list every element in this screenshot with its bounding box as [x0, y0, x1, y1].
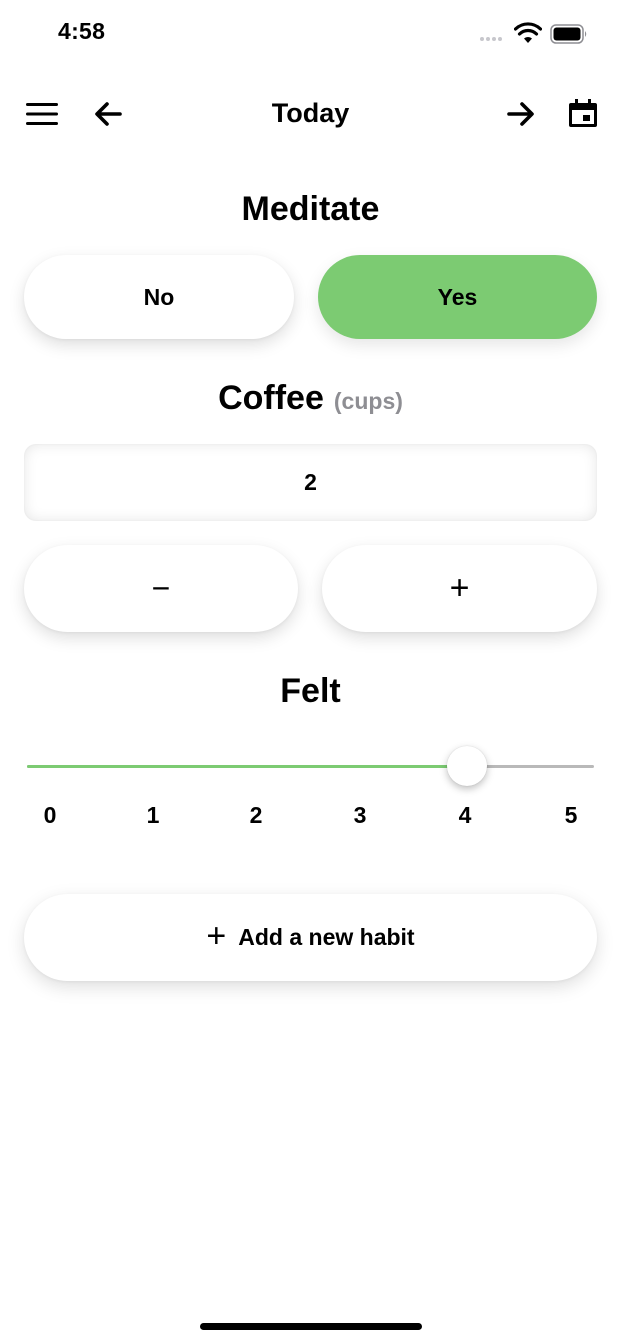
tick-label: 2 — [249, 802, 263, 828]
status-bar: 4:58 — [0, 0, 621, 70]
slider-thumb[interactable] — [446, 746, 487, 786]
tick-label: 4 — [458, 802, 472, 828]
habit-title-felt: Felt — [280, 672, 341, 710]
wifi-icon — [514, 22, 542, 43]
meditate-yes-button[interactable]: Yes — [318, 255, 597, 339]
plus-icon: + — [206, 916, 227, 955]
next-day-button[interactable] — [499, 92, 543, 136]
coffee-unit: (cups) — [333, 388, 403, 414]
arrow-right-icon — [507, 102, 534, 126]
habit-title-coffee: Coffee (cups) — [0, 379, 621, 418]
coffee-decrement-button[interactable]: − — [24, 545, 298, 632]
coffee-increment-button[interactable]: + — [322, 545, 597, 632]
add-habit-button[interactable]: + Add a new habit — [24, 894, 597, 981]
coffee-value-field[interactable]: 2 — [24, 444, 597, 521]
tick-label: 5 — [564, 802, 578, 828]
battery-icon — [550, 24, 587, 44]
tick-label: 1 — [146, 802, 160, 828]
meditate-no-button[interactable]: No — [24, 255, 294, 339]
tick-label: 3 — [353, 802, 367, 828]
coffee-title-text: Coffee — [218, 379, 324, 417]
tick-label: 0 — [43, 802, 57, 828]
habit-tracker-screen: 4:58 Today Meditate No Yes Coffee (cups)… — [0, 0, 621, 1344]
nav-bar: Today — [0, 86, 621, 142]
habit-title-meditate: Meditate — [241, 190, 380, 228]
slider-tick-labels: 0 1 2 3 4 5 — [0, 802, 621, 832]
felt-slider[interactable] — [27, 740, 594, 792]
add-habit-label: Add a new habit — [238, 924, 415, 950]
signal-icon — [480, 37, 502, 41]
status-time: 4:58 — [58, 18, 106, 44]
calendar-button[interactable] — [561, 92, 605, 136]
home-indicator — [200, 1323, 422, 1330]
calendar-icon — [569, 99, 597, 127]
slider-fill — [27, 765, 467, 768]
